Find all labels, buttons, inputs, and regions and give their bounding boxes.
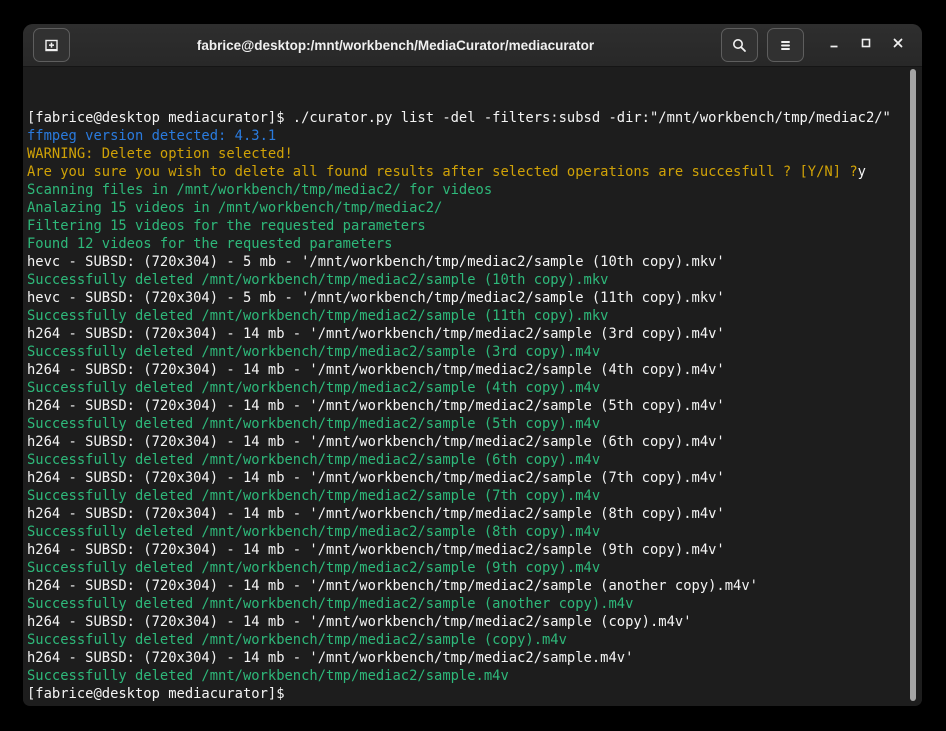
hamburger-menu-icon bbox=[778, 38, 793, 53]
terminal-line: Successfully deleted /mnt/workbench/tmp/… bbox=[27, 667, 904, 685]
terminal-line: Successfully deleted /mnt/workbench/tmp/… bbox=[27, 451, 904, 469]
minimize-button[interactable] bbox=[818, 28, 850, 62]
terminal-output: [fabrice@desktop mediacurator]$ ./curato… bbox=[27, 109, 904, 703]
terminal-line: h264 - SUBSD: (720x304) - 14 mb - '/mnt/… bbox=[27, 577, 904, 595]
menu-button[interactable] bbox=[767, 28, 804, 62]
terminal-line: Successfully deleted /mnt/workbench/tmp/… bbox=[27, 523, 904, 541]
terminal-line: hevc - SUBSD: (720x304) - 5 mb - '/mnt/w… bbox=[27, 253, 904, 271]
terminal-line: h264 - SUBSD: (720x304) - 14 mb - '/mnt/… bbox=[27, 541, 904, 559]
terminal-line: h264 - SUBSD: (720x304) - 14 mb - '/mnt/… bbox=[27, 361, 904, 379]
terminal-line: h264 - SUBSD: (720x304) - 14 mb - '/mnt/… bbox=[27, 649, 904, 667]
terminal-line: Successfully deleted /mnt/workbench/tmp/… bbox=[27, 379, 904, 397]
close-icon bbox=[890, 35, 906, 56]
scrollbar-thumb[interactable] bbox=[910, 69, 916, 701]
minimize-icon bbox=[826, 35, 842, 56]
titlebar[interactable]: fabrice@desktop:/mnt/workbench/MediaCura… bbox=[23, 24, 922, 67]
new-tab-button[interactable] bbox=[33, 28, 70, 62]
search-button[interactable] bbox=[721, 28, 758, 62]
terminal-line: h264 - SUBSD: (720x304) - 14 mb - '/mnt/… bbox=[27, 613, 904, 631]
terminal-line: Successfully deleted /mnt/workbench/tmp/… bbox=[27, 415, 904, 433]
terminal-line: WARNING: Delete option selected! bbox=[27, 145, 904, 163]
terminal-line: hevc - SUBSD: (720x304) - 5 mb - '/mnt/w… bbox=[27, 289, 904, 307]
terminal-line: h264 - SUBSD: (720x304) - 14 mb - '/mnt/… bbox=[27, 505, 904, 523]
maximize-button[interactable] bbox=[850, 28, 882, 62]
terminal-line: Successfully deleted /mnt/workbench/tmp/… bbox=[27, 487, 904, 505]
terminal-window: fabrice@desktop:/mnt/workbench/MediaCura… bbox=[23, 24, 922, 706]
maximize-icon bbox=[858, 35, 874, 56]
terminal-line: h264 - SUBSD: (720x304) - 14 mb - '/mnt/… bbox=[27, 469, 904, 487]
new-tab-icon bbox=[43, 37, 60, 54]
terminal-line: Found 12 videos for the requested parame… bbox=[27, 235, 904, 253]
terminal-line: Are you sure you wish to delete all foun… bbox=[27, 163, 904, 181]
terminal-line: h264 - SUBSD: (720x304) - 14 mb - '/mnt/… bbox=[27, 325, 904, 343]
terminal-line: h264 - SUBSD: (720x304) - 14 mb - '/mnt/… bbox=[27, 433, 904, 451]
terminal-line: [fabrice@desktop mediacurator]$ ./curato… bbox=[27, 109, 904, 127]
terminal-line: ffmpeg version detected: 4.3.1 bbox=[27, 127, 904, 145]
scrollbar-track[interactable] bbox=[907, 68, 921, 704]
terminal-line: Successfully deleted /mnt/workbench/tmp/… bbox=[27, 271, 904, 289]
search-icon bbox=[731, 37, 748, 54]
terminal-line: Successfully deleted /mnt/workbench/tmp/… bbox=[27, 595, 904, 613]
terminal-line: [fabrice@desktop mediacurator]$ bbox=[27, 685, 904, 703]
terminal-line: Filtering 15 videos for the requested pa… bbox=[27, 217, 904, 235]
terminal-line: Successfully deleted /mnt/workbench/tmp/… bbox=[27, 631, 904, 649]
window-title: fabrice@desktop:/mnt/workbench/MediaCura… bbox=[70, 38, 721, 53]
terminal-line: Successfully deleted /mnt/workbench/tmp/… bbox=[27, 343, 904, 361]
terminal-line: Successfully deleted /mnt/workbench/tmp/… bbox=[27, 307, 904, 325]
terminal-line: Analazing 15 videos in /mnt/workbench/tm… bbox=[27, 199, 904, 217]
terminal-line: Scanning files in /mnt/workbench/tmp/med… bbox=[27, 181, 904, 199]
terminal-line: Successfully deleted /mnt/workbench/tmp/… bbox=[27, 559, 904, 577]
terminal-screen[interactable]: [fabrice@desktop mediacurator]$ ./curato… bbox=[23, 67, 922, 705]
terminal-line: h264 - SUBSD: (720x304) - 14 mb - '/mnt/… bbox=[27, 397, 904, 415]
close-button[interactable] bbox=[882, 28, 914, 62]
